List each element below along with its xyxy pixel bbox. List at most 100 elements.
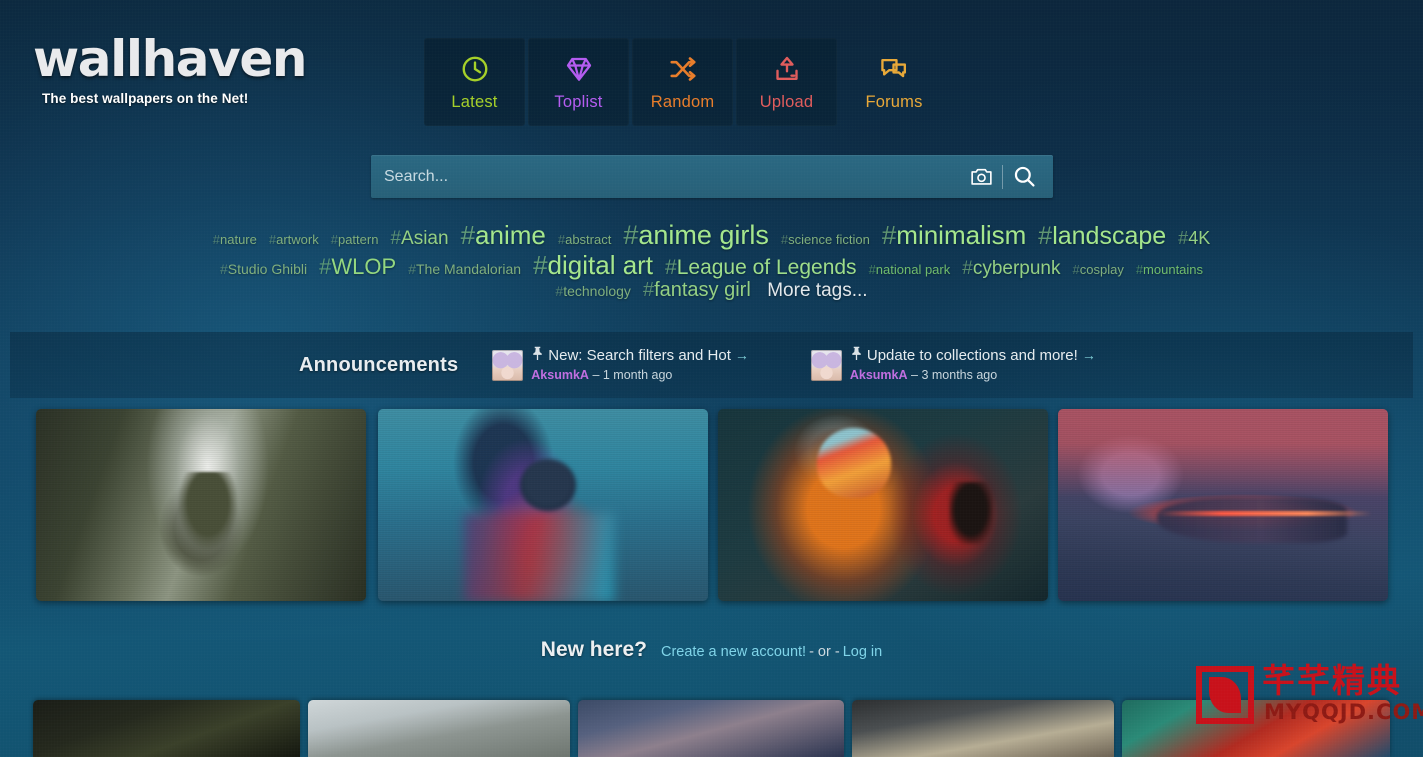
shuffle-icon	[668, 53, 698, 85]
arrow-right-icon: →	[734, 347, 749, 364]
search-input[interactable]	[371, 155, 960, 198]
hash-symbol: #	[623, 220, 639, 250]
wallpaper-thumbnail[interactable]	[33, 700, 300, 757]
wallhaven-homepage: wallhaven The best wallpapers on the Net…	[0, 0, 1423, 757]
tag-label: national park	[875, 261, 951, 277]
announcement-body: Update to collections and more! → Aksumk…	[850, 346, 1096, 383]
tag-label: landscape	[1052, 222, 1167, 250]
search-bar	[371, 155, 1053, 198]
tag-label: fantasy girl	[654, 279, 751, 302]
tag-link[interactable]: #pattern	[331, 233, 379, 246]
nav-label-latest: Latest	[451, 92, 498, 111]
tag-label: 4K	[1188, 228, 1211, 248]
tag-link[interactable]: #anime	[461, 222, 546, 249]
tag-label: anime girls	[638, 220, 769, 250]
tag-link[interactable]: #artwork	[269, 233, 319, 246]
announcement-author[interactable]: AksumkA	[850, 368, 908, 382]
tag-link[interactable]: #Studio Ghibli	[220, 261, 307, 276]
tag-link[interactable]: #minimalism	[882, 222, 1026, 249]
tag-link[interactable]: #cosplay	[1072, 261, 1124, 277]
new-here-section: New here? Create a new account! - or - Log…	[0, 638, 1423, 662]
wallpaper-thumbnail[interactable]	[852, 700, 1114, 757]
wallpaper-grid	[0, 700, 1423, 757]
tag-link[interactable]: #mountains	[1135, 261, 1203, 277]
diamond-icon	[564, 53, 594, 85]
tag-link[interactable]: #digital art	[533, 249, 654, 280]
hash-symbol: #	[390, 228, 402, 249]
wallpaper-thumbnail[interactable]	[308, 700, 570, 757]
tag-link[interactable]: #anime girls	[623, 220, 769, 250]
hash-symbol: #	[330, 232, 338, 247]
featured-thumbnail[interactable]	[718, 409, 1048, 601]
announcement-time: 3 months ago	[921, 368, 998, 383]
login-link[interactable]: Log in	[843, 644, 883, 660]
tag-row: #Studio Ghibli #WLOP #The Mandalorian #digi…	[0, 249, 1423, 280]
tag-link[interactable]: #national park	[869, 261, 951, 277]
hash-symbol: #	[881, 220, 897, 250]
tag-label: nature	[220, 232, 257, 247]
tag-label: cosplay	[1079, 261, 1124, 277]
tag-link[interactable]: #League of Legends	[665, 255, 857, 279]
hash-symbol: #	[780, 232, 789, 247]
site-logo[interactable]: wallhaven The best wallpapers on the Net…	[33, 34, 333, 106]
tag-link[interactable]: #cyberpunk	[962, 257, 1060, 279]
announcements-list: New: Search filters and Hot → AksumkA – …	[492, 346, 1096, 383]
hash-symbol: #	[557, 232, 566, 247]
tag-link[interactable]: #science fiction	[781, 233, 870, 246]
pin-icon	[531, 346, 544, 366]
nav-item-random[interactable]: Random	[632, 38, 733, 126]
create-account-link[interactable]: Create a new account!	[661, 644, 806, 660]
tag-cloud: #nature #artwork #pattern #Asian #anime #abst…	[0, 220, 1423, 302]
tag-label: digital art	[547, 249, 654, 280]
wallpaper-thumbnail[interactable]	[1122, 700, 1390, 757]
tag-row: #nature #artwork #pattern #Asian #anime #abst…	[0, 220, 1423, 250]
nav-item-forums[interactable]: Forums	[840, 38, 948, 126]
featured-thumbnail[interactable]	[36, 409, 366, 601]
arrow-right-icon: →	[1081, 347, 1096, 364]
tag-label: League of Legends	[676, 255, 857, 279]
tag-link[interactable]: #Asian	[390, 229, 448, 248]
nav-label-toplist: Toplist	[554, 92, 603, 111]
nav-label-random: Random	[650, 92, 715, 111]
nav-item-upload[interactable]: Upload	[736, 38, 837, 126]
featured-thumbnail[interactable]	[1058, 409, 1388, 601]
wallpaper-thumbnail[interactable]	[578, 700, 844, 757]
hash-symbol: #	[212, 232, 220, 247]
pin-icon	[850, 346, 863, 366]
tag-link[interactable]: #abstract	[558, 233, 611, 246]
tag-link[interactable]: #The Mandalorian	[408, 261, 521, 276]
tag-label: WLOP	[331, 253, 397, 279]
tag-label: abstract	[565, 232, 612, 247]
tag-label: minimalism	[896, 220, 1027, 250]
featured-thumbnail[interactable]	[378, 409, 708, 601]
tag-link[interactable]: #landscape	[1038, 222, 1167, 250]
announcements-bar: Announcements New: Search filters and Ho…	[10, 332, 1413, 398]
nav-item-latest[interactable]: Latest	[424, 38, 525, 126]
tag-link[interactable]: #WLOP	[319, 253, 397, 279]
hash-symbol: #	[962, 257, 973, 279]
logo-text: wallhaven	[33, 30, 307, 88]
tag-link[interactable]: #fantasy girl	[643, 280, 751, 300]
hash-symbol: #	[1135, 261, 1144, 277]
camera-icon[interactable]	[960, 155, 1002, 198]
search-actions	[960, 155, 1053, 198]
magnifier-icon[interactable]	[1003, 155, 1045, 198]
hash-symbol: #	[555, 283, 564, 300]
site-tagline: The best wallpapers on the Net!	[42, 91, 249, 106]
hash-symbol: #	[1072, 261, 1080, 277]
tag-row: #technology #fantasy girl More tags...	[0, 280, 1423, 301]
more-tags-link[interactable]: More tags...	[767, 281, 867, 301]
tag-label: science fiction	[788, 232, 870, 247]
announcement-body: New: Search filters and Hot → AksumkA – …	[531, 346, 749, 383]
tag-link[interactable]: #4K	[1178, 229, 1210, 247]
announcement-author[interactable]: AksumkA	[531, 368, 589, 382]
tag-label: technology	[563, 283, 631, 300]
tag-label: pattern	[337, 232, 379, 247]
announcement-item[interactable]: Update to collections and more! → Aksumk…	[810, 346, 1096, 383]
tag-link[interactable]: #technology	[555, 284, 631, 298]
announcement-title: Update to collections and more!	[866, 346, 1078, 364]
nav-item-toplist[interactable]: Toplist	[528, 38, 629, 126]
announcement-item[interactable]: New: Search filters and Hot → AksumkA – …	[492, 346, 749, 383]
or-separator: - or -	[809, 644, 840, 660]
tag-link[interactable]: #nature	[213, 233, 257, 246]
